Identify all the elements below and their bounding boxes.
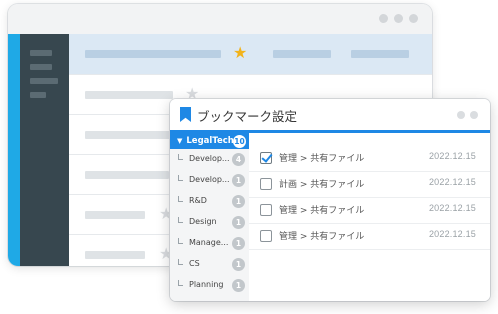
window-titlebar (8, 4, 432, 35)
window-controls (379, 14, 418, 23)
folder-item[interactable]: Design 1 (170, 212, 249, 233)
folder-item[interactable]: CS 1 (170, 254, 249, 275)
star-icon[interactable]: ★ (233, 45, 247, 61)
folder-item[interactable]: Planning 1 (170, 275, 249, 296)
folder-item[interactable]: Develop... 1 (170, 170, 249, 191)
folder-count-badge: 4 (232, 153, 245, 166)
folder-item-label: CS (189, 259, 200, 268)
tree-branch-icon (178, 280, 183, 286)
folder-count-badge: 1 (232, 237, 245, 250)
folder-root-label: LegalTech (186, 136, 234, 146)
bookmark-row[interactable]: 計画 > 共有ファイル 2022.12.15 (249, 171, 490, 198)
bookmark-path: 管理 > 共有ファイル (279, 206, 365, 216)
sidebar-item-placeholder[interactable] (30, 92, 46, 98)
row-text-placeholder (85, 171, 169, 179)
bookmark-row[interactable]: 管理 > 共有ファイル 2022.12.15 (249, 223, 490, 250)
folder-item-label: Develop... (189, 154, 230, 163)
bookmark-row[interactable]: 管理 > 共有ファイル 2022.12.15 (249, 145, 490, 172)
folder-count-badge: 1 (232, 258, 245, 271)
folder-tree: ▼ LegalTech 10 Develop... 4 Develop... 1… (170, 133, 249, 301)
row-text-placeholder (85, 91, 173, 99)
folder-count-badge: 1 (232, 174, 245, 187)
dialog-title: ブックマーク設定 (197, 109, 298, 124)
sidebar-accent-stripe (8, 34, 20, 266)
bookmark-path: 管理 > 共有ファイル (279, 232, 365, 242)
tree-branch-icon (178, 196, 183, 202)
row-text-placeholder (273, 50, 331, 58)
checkbox-icon[interactable] (260, 230, 272, 242)
bookmark-list: 管理 > 共有ファイル 2022.12.15 計画 > 共有ファイル 2022.… (249, 133, 490, 301)
bookmark-date: 2022.12.15 (428, 203, 476, 213)
bookmark-date: 2022.12.15 (428, 177, 476, 187)
folder-item[interactable]: Manage... 1 (170, 233, 249, 254)
folder-item-label: Develop... (189, 175, 230, 184)
folder-item[interactable]: R&D 1 (170, 191, 249, 212)
folder-root[interactable]: ▼ LegalTech 10 (170, 133, 249, 149)
bookmark-path: 管理 > 共有ファイル (279, 154, 365, 164)
bookmark-date: 2022.12.15 (428, 229, 476, 239)
window-dot-1[interactable] (379, 14, 388, 23)
caret-down-icon[interactable]: ▼ (177, 137, 182, 145)
tree-branch-icon (178, 217, 183, 223)
folder-count-badge: 1 (232, 195, 245, 208)
checkbox-checked-icon[interactable] (260, 152, 272, 164)
folder-item-label: R&D (189, 196, 207, 205)
sidebar-item-placeholder[interactable] (30, 50, 52, 56)
tree-branch-icon (178, 175, 183, 181)
row-text-placeholder (351, 50, 409, 58)
dialog-dot-1[interactable] (457, 111, 465, 119)
dialog-header: ブックマーク設定 (170, 99, 490, 131)
window-dot-2[interactable] (394, 14, 403, 23)
bookmark-row[interactable]: 管理 > 共有ファイル 2022.12.15 (249, 197, 490, 224)
bookmark-path: 計画 > 共有ファイル (279, 180, 365, 190)
window-dot-3[interactable] (409, 14, 418, 23)
bookmark-date: 2022.12.15 (428, 151, 476, 161)
tree-branch-icon (178, 154, 183, 160)
folder-item-label: Planning (189, 280, 224, 289)
row-text-placeholder (85, 211, 145, 219)
dialog-controls (457, 111, 478, 119)
tree-branch-icon (178, 238, 183, 244)
sidebar-item-placeholder[interactable] (30, 64, 52, 70)
folder-count-badge: 10 (233, 134, 246, 148)
bookmark-icon (180, 107, 191, 122)
checkbox-icon[interactable] (260, 204, 272, 216)
dialog-dot-2[interactable] (470, 111, 478, 119)
row-text-placeholder (85, 50, 221, 58)
row-text-placeholder (85, 251, 145, 259)
tree-branch-icon (178, 259, 183, 265)
folder-item[interactable]: Develop... 4 (170, 149, 249, 170)
bookmark-settings-dialog: ブックマーク設定 ▼ LegalTech 10 Develop... 4 Dev… (170, 99, 490, 301)
folder-count-badge: 1 (232, 279, 245, 292)
checkbox-icon[interactable] (260, 178, 272, 190)
folder-item-label: Design (189, 217, 217, 226)
list-row[interactable]: ★ (69, 34, 432, 75)
folder-item-label: Manage... (189, 238, 229, 247)
app-sidebar (20, 34, 69, 266)
folder-count-badge: 1 (232, 216, 245, 229)
sidebar-item-placeholder[interactable] (30, 78, 58, 84)
